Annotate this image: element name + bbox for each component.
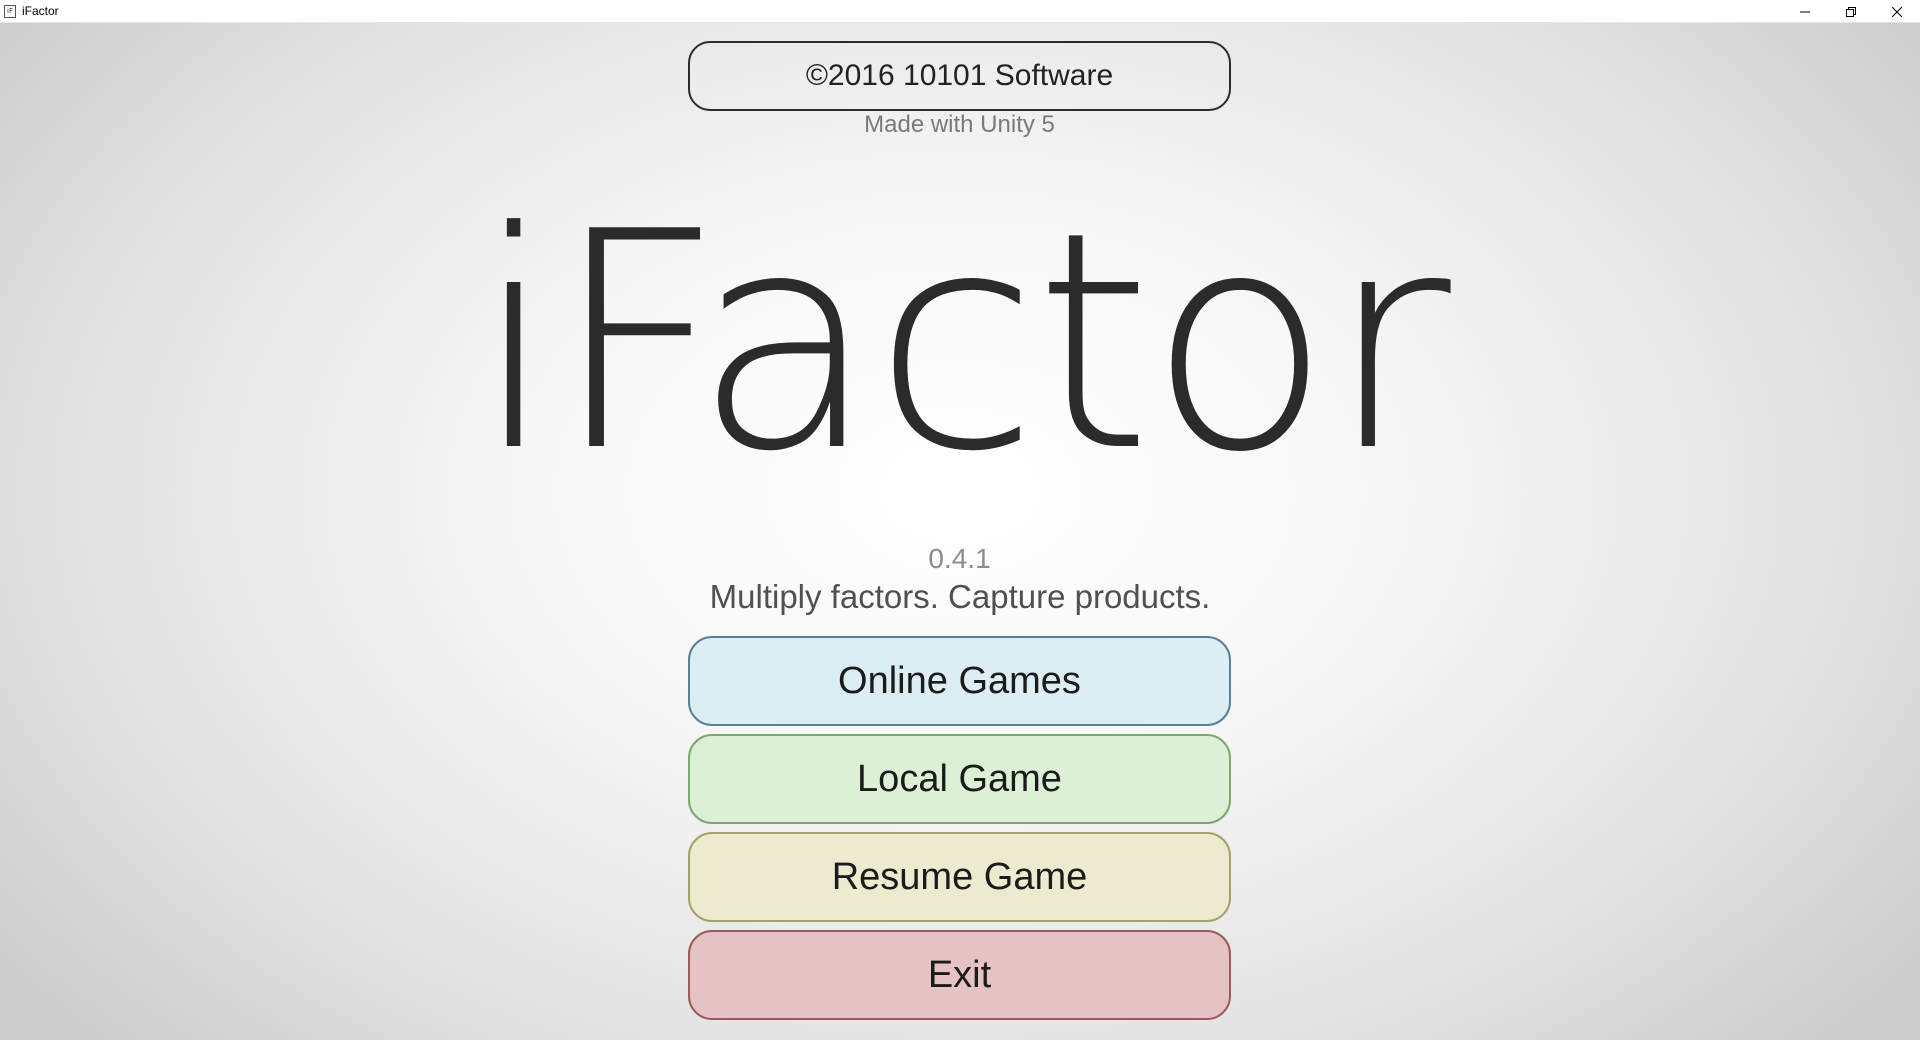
tagline: Multiply factors. Capture products.: [709, 578, 1211, 615]
local-game-button[interactable]: Local Game: [688, 734, 1231, 824]
window-title: iFactor: [22, 4, 59, 18]
resume-game-button[interactable]: Resume Game: [688, 832, 1231, 922]
minimize-icon: [1800, 11, 1810, 12]
title-bar[interactable]: iF iFactor: [0, 0, 1920, 23]
restore-button[interactable]: [1828, 0, 1874, 23]
window-controls: [1782, 0, 1920, 23]
close-icon: [1892, 6, 1902, 17]
copyright-box: ©2016 10101 Software: [688, 41, 1231, 111]
game-logo: iFactor: [473, 168, 1451, 517]
game-canvas: ©2016 10101 Software Made with Unity 5 i…: [0, 23, 1920, 1040]
made-with-label: Made with Unity 5: [864, 111, 1055, 138]
version-label: 0.4.1: [928, 543, 991, 574]
restore-icon: [1846, 6, 1856, 17]
close-button[interactable]: [1874, 0, 1920, 23]
minimize-button[interactable]: [1782, 0, 1828, 23]
exit-button[interactable]: Exit: [688, 930, 1231, 1020]
online-games-button[interactable]: Online Games: [688, 636, 1231, 726]
app-icon: iF: [4, 4, 16, 18]
app-window: iF iFactor ©2016 10101 Software Made wit…: [0, 0, 1920, 1040]
